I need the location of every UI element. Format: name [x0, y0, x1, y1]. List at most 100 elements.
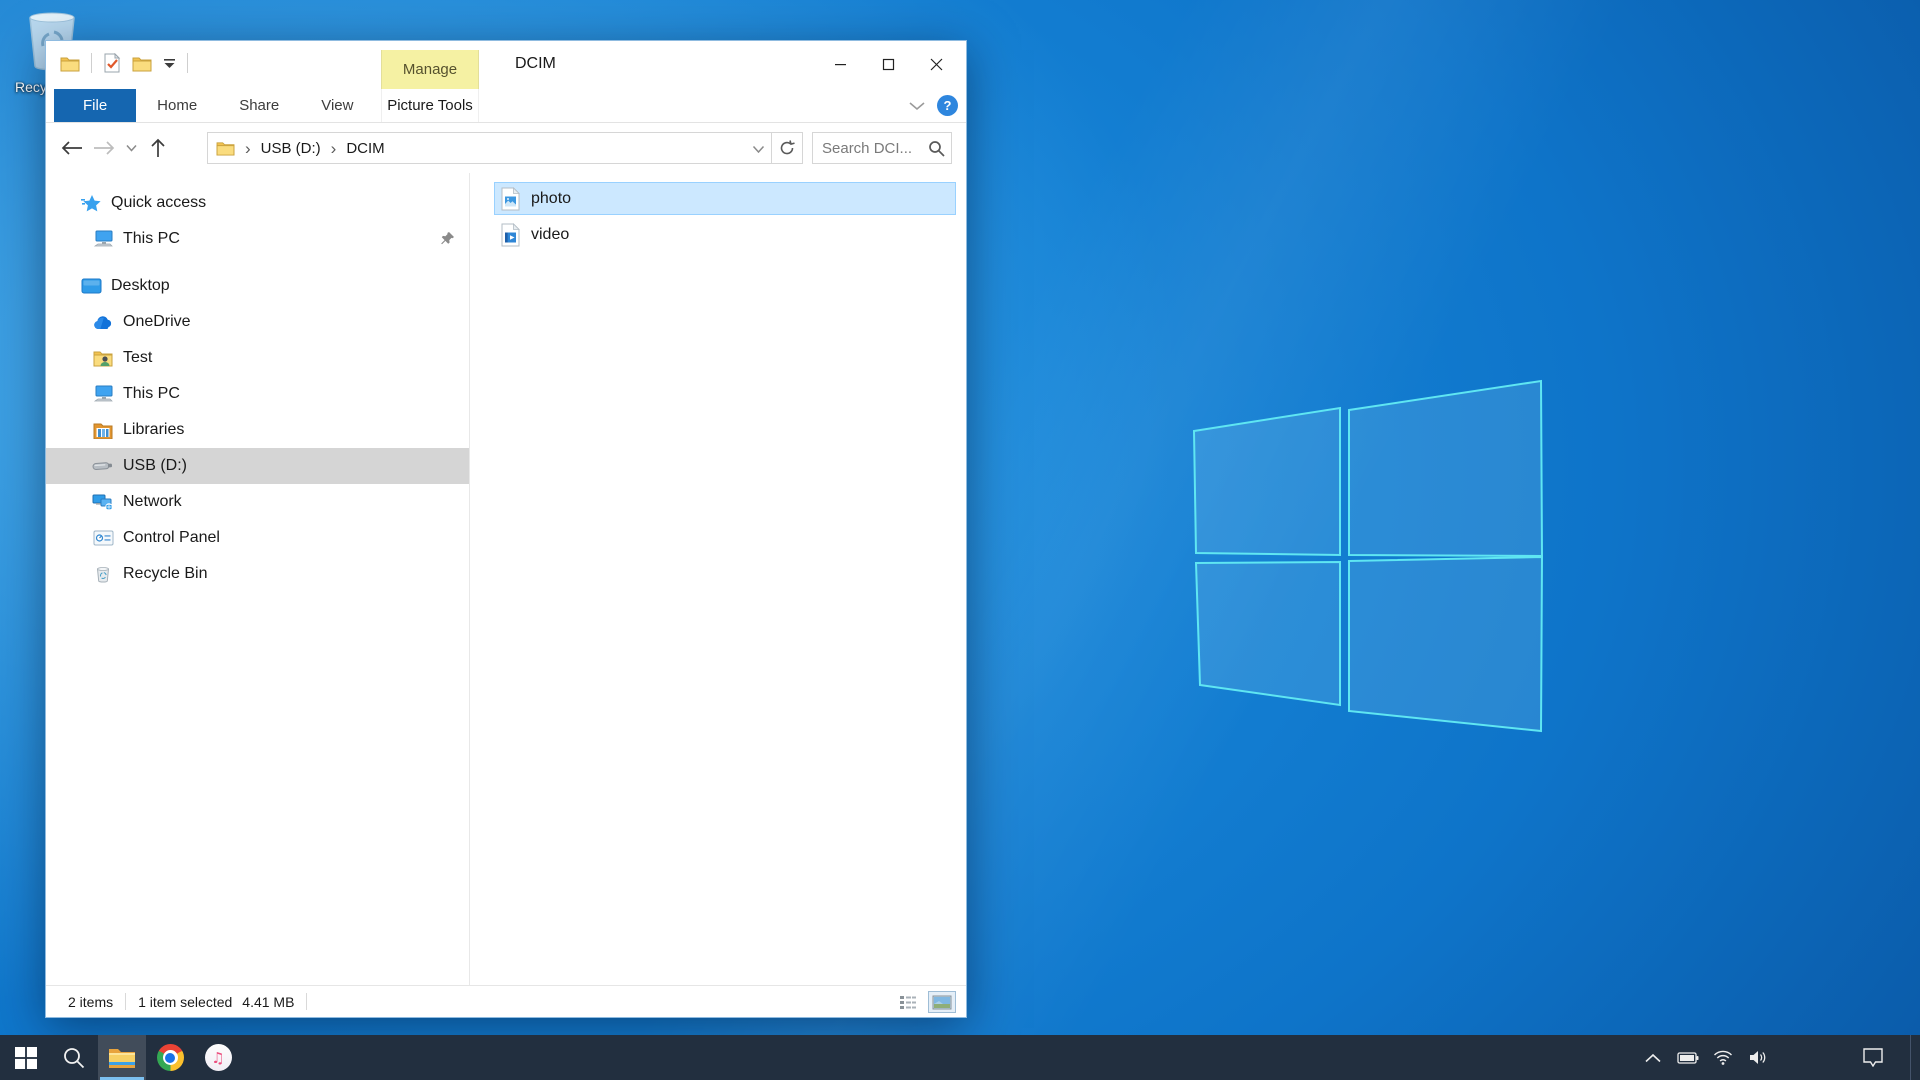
taskbar-itunes-button[interactable]: ♫	[194, 1035, 242, 1080]
tab-share[interactable]: Share	[218, 89, 300, 122]
properties-button-icon[interactable]	[103, 53, 121, 73]
taskbar-file-explorer-button[interactable]	[98, 1035, 146, 1080]
sidebar-item-label: Libraries	[123, 421, 184, 439]
battery-icon	[1677, 1052, 1699, 1064]
sidebar-item-this-pc[interactable]: This PC	[46, 376, 469, 412]
tray-show-hidden-icons-button[interactable]	[1635, 1035, 1670, 1080]
sidebar-item-libraries[interactable]: Libraries	[46, 412, 469, 448]
this-pc-monitor-icon	[92, 384, 114, 404]
selection-count: 1 item selected	[138, 994, 232, 1010]
desktop-wallpaper: Recycle Bin Manage DCIM	[0, 0, 1920, 1035]
action-center-button[interactable]	[1850, 1035, 1895, 1080]
up-button[interactable]	[142, 132, 174, 164]
sidebar-item-label: Control Panel	[123, 529, 220, 547]
sidebar-group-gap	[46, 257, 469, 268]
user-folder-icon	[92, 348, 114, 368]
file-explorer-window: Manage DCIM File Home	[45, 40, 967, 1018]
back-arrow-icon	[61, 141, 83, 155]
recent-locations-button[interactable]	[120, 132, 142, 164]
qat-separator	[91, 53, 92, 73]
manage-contextual-label[interactable]: Manage	[381, 50, 479, 89]
sidebar-item-quick-access[interactable]: Quick access	[46, 185, 469, 221]
file-row-video[interactable]: video	[494, 218, 956, 251]
window-controls	[816, 43, 960, 85]
sidebar-item-label: Quick access	[111, 194, 206, 212]
maximize-icon	[882, 58, 895, 71]
taskbar-chrome-button[interactable]	[146, 1035, 194, 1080]
sidebar-item-label: Test	[123, 349, 152, 367]
sidebar-item-recycle-bin[interactable]: Recycle Bin	[46, 556, 469, 592]
address-bar[interactable]: › USB (D:) › DCIM	[207, 132, 772, 164]
show-desktop-button[interactable]	[1910, 1035, 1920, 1080]
address-dropdown-button[interactable]	[752, 141, 765, 159]
refresh-icon	[779, 140, 795, 156]
sidebar-item-network[interactable]: Network	[46, 484, 469, 520]
minimize-button[interactable]	[816, 43, 864, 85]
close-icon	[930, 58, 943, 71]
sidebar-item-desktop[interactable]: Desktop	[46, 268, 469, 304]
tab-picture-tools[interactable]: Picture Tools	[381, 89, 479, 122]
file-name: video	[531, 226, 569, 244]
this-pc-monitor-icon	[92, 229, 114, 249]
tray-battery-button[interactable]	[1670, 1035, 1705, 1080]
address-toolbar: › USB (D:) › DCIM	[46, 123, 966, 173]
sidebar-item-control-panel[interactable]: Control Panel	[46, 520, 469, 556]
file-row-photo[interactable]: photo	[494, 182, 956, 215]
start-button[interactable]	[2, 1035, 50, 1080]
quick-access-toolbar	[60, 53, 188, 73]
volume-icon	[1749, 1050, 1767, 1065]
action-center-icon	[1863, 1048, 1883, 1067]
selection-size: 4.41 MB	[242, 994, 294, 1010]
taskbar: ♫	[0, 1035, 1920, 1080]
sidebar-item-usb-d[interactable]: USB (D:)	[46, 448, 469, 484]
taskbar-search-button[interactable]	[50, 1035, 98, 1080]
expand-ribbon-chevron-icon[interactable]	[909, 101, 925, 111]
sidebar-item-test[interactable]: Test	[46, 340, 469, 376]
sidebar-item-onedrive[interactable]: OneDrive	[46, 304, 469, 340]
breadcrumb-usb-d[interactable]: USB (D:)	[257, 140, 325, 157]
tray-network-button[interactable]	[1705, 1035, 1740, 1080]
breadcrumb-dcim[interactable]: DCIM	[342, 140, 388, 157]
breadcrumb-chevron[interactable]: ›	[325, 140, 343, 157]
items-count: 2 items	[68, 994, 113, 1010]
tab-view[interactable]: View	[300, 89, 374, 122]
usb-drive-icon	[92, 456, 114, 476]
image-file-icon	[501, 186, 523, 212]
explorer-window-icon[interactable]	[60, 55, 80, 72]
sidebar-item-label: Network	[123, 493, 182, 511]
sidebar-item-label: This PC	[123, 385, 180, 403]
forward-arrow-icon	[93, 141, 115, 155]
address-folder-icon	[216, 140, 235, 156]
breadcrumb-chevron[interactable]: ›	[239, 140, 257, 157]
file-name: photo	[531, 190, 571, 208]
view-toggles	[894, 991, 956, 1013]
tab-file[interactable]: File	[54, 89, 136, 122]
details-view-button[interactable]	[894, 991, 922, 1013]
tab-home[interactable]: Home	[136, 89, 218, 122]
search-icon[interactable]	[928, 140, 945, 157]
chevron-up-icon	[1645, 1053, 1661, 1063]
forward-button[interactable]	[88, 132, 120, 164]
title-bar[interactable]: Manage DCIM	[46, 41, 966, 89]
onedrive-cloud-icon	[92, 312, 114, 332]
search-icon	[62, 1046, 86, 1070]
status-separator	[125, 993, 126, 1010]
network-computers-icon	[92, 492, 114, 512]
up-arrow-icon	[151, 138, 165, 158]
chrome-icon	[157, 1044, 184, 1071]
tray-volume-button[interactable]	[1740, 1035, 1775, 1080]
search-input[interactable]	[822, 140, 928, 157]
help-button[interactable]: ?	[937, 95, 958, 116]
libraries-folder-icon	[92, 420, 114, 440]
maximize-button[interactable]	[864, 43, 912, 85]
sidebar-item-this-pc-pinned[interactable]: This PC	[46, 221, 469, 257]
thumbnail-view-button[interactable]	[928, 991, 956, 1013]
close-button[interactable]	[912, 43, 960, 85]
file-list[interactable]: photo video	[470, 173, 966, 985]
qat-separator	[187, 53, 188, 73]
new-folder-button-icon[interactable]	[132, 55, 152, 72]
customize-qat-dropdown-icon[interactable]	[163, 58, 176, 69]
refresh-button[interactable]	[772, 132, 803, 164]
back-button[interactable]	[56, 132, 88, 164]
quick-access-star-icon	[80, 193, 102, 213]
